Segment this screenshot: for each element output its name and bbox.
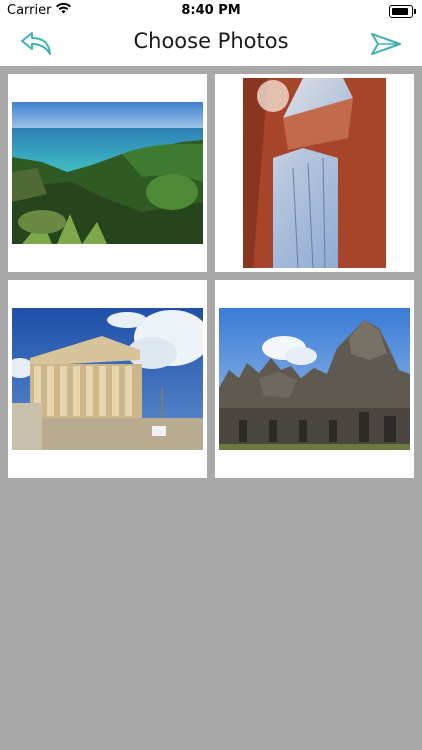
next-button[interactable]: [369, 29, 403, 59]
photo-temple-ruins-image: [219, 308, 410, 450]
photo-parthenon-image: [12, 308, 203, 450]
photo-card-bridge[interactable]: [215, 74, 414, 272]
status-bar: Carrier 8:40 PM: [0, 0, 422, 22]
photo-card-coastline[interactable]: [8, 74, 207, 272]
photo-card-parthenon[interactable]: [8, 280, 207, 478]
photo-coastline-image: [12, 102, 203, 244]
page-title: Choose Photos: [133, 29, 289, 53]
navigation-bar: Choose Photos: [0, 22, 422, 66]
battery-icon: [389, 5, 416, 18]
photo-bridge-image: [243, 78, 386, 268]
clock: 8:40 PM: [181, 3, 241, 18]
photo-card-temple-ruins[interactable]: [215, 280, 414, 478]
send-arrow-icon: [371, 33, 401, 55]
